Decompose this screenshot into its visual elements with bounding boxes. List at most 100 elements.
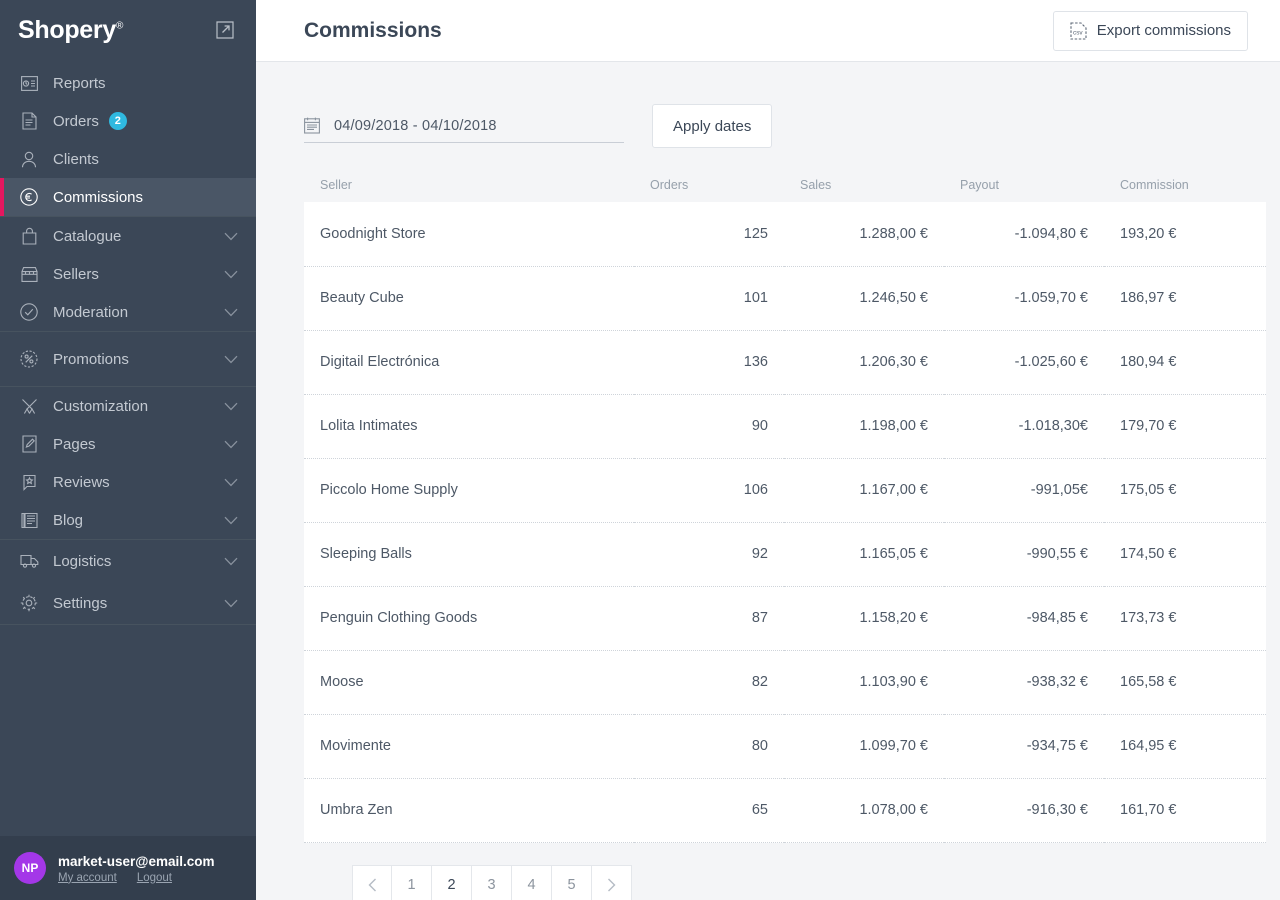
- external-link-icon[interactable]: [216, 21, 234, 39]
- cell-payout: -991,05€: [944, 458, 1104, 522]
- export-button-label: Export commissions: [1097, 22, 1231, 39]
- cell-commission: 165,58 €: [1104, 650, 1266, 714]
- chevron-down-icon[interactable]: [224, 478, 238, 487]
- column-header-seller[interactable]: Seller: [304, 168, 634, 202]
- sidebar-item-label: Moderation: [53, 304, 128, 321]
- cell-commission: 173,73 €: [1104, 586, 1266, 650]
- cell-orders: 136: [634, 330, 784, 394]
- sidebar-item-label: Commissions: [53, 189, 143, 206]
- sidebar-item-logistics[interactable]: Logistics: [0, 540, 256, 582]
- cell-orders: 82: [634, 650, 784, 714]
- my-account-link[interactable]: My account: [58, 872, 117, 884]
- apply-dates-button[interactable]: Apply dates: [652, 104, 772, 148]
- table-row[interactable]: Digitail Electrónica 136 1.206,30 € -1.0…: [304, 330, 1266, 394]
- sidebar-item-commissions[interactable]: Commissions: [0, 178, 256, 216]
- commissions-table: Seller Orders Sales Payout Commission Go…: [304, 168, 1266, 843]
- pagination-prev-button[interactable]: [352, 865, 392, 900]
- chevron-down-icon[interactable]: [224, 557, 238, 566]
- chevron-down-icon[interactable]: [224, 402, 238, 411]
- chevron-down-icon[interactable]: [224, 270, 238, 279]
- sidebar-item-label: Blog: [53, 512, 83, 529]
- chevron-down-icon[interactable]: [224, 440, 238, 449]
- table-row[interactable]: Movimente 80 1.099,70 € -934,75 € 164,95…: [304, 714, 1266, 778]
- sidebar-item-clients[interactable]: Clients: [0, 140, 256, 178]
- table-row[interactable]: Goodnight Store 125 1.288,00 € -1.094,80…: [304, 202, 1266, 266]
- chevron-down-icon[interactable]: [224, 355, 238, 364]
- sidebar-item-sellers[interactable]: Sellers: [0, 255, 256, 293]
- sidebar-item-pages[interactable]: Pages: [0, 425, 256, 463]
- page-edit-icon: [18, 434, 40, 454]
- chevron-down-icon[interactable]: [224, 599, 238, 608]
- chevron-down-icon[interactable]: [224, 516, 238, 525]
- cell-seller: Moose: [304, 650, 634, 714]
- table-row[interactable]: Sleeping Balls 92 1.165,05 € -990,55 € 1…: [304, 522, 1266, 586]
- cell-orders: 90: [634, 394, 784, 458]
- app-root: Shopery® Rep: [0, 0, 1280, 900]
- cell-seller: Movimente: [304, 714, 634, 778]
- user-links: My account Logout: [58, 872, 214, 884]
- cell-orders: 80: [634, 714, 784, 778]
- chevron-down-icon[interactable]: [224, 308, 238, 317]
- commissions-table-container: Seller Orders Sales Payout Commission Go…: [256, 148, 1280, 900]
- cell-seller: Digitail Electrónica: [304, 330, 634, 394]
- cell-sales: 1.158,20 €: [784, 586, 944, 650]
- cell-commission: 175,05 €: [1104, 458, 1266, 522]
- table-row[interactable]: Moose 82 1.103,90 € -938,32 € 165,58 €: [304, 650, 1266, 714]
- user-icon: [18, 149, 40, 169]
- cell-orders: 101: [634, 266, 784, 330]
- sidebar-item-promotions[interactable]: Promotions: [0, 332, 256, 386]
- pagination-next-button[interactable]: [592, 865, 632, 900]
- sidebar-item-label: Promotions: [53, 351, 129, 368]
- app-logo[interactable]: Shopery®: [18, 18, 123, 43]
- table-row[interactable]: Piccolo Home Supply 106 1.167,00 € -991,…: [304, 458, 1266, 522]
- logout-link[interactable]: Logout: [137, 872, 172, 884]
- cell-seller: Sleeping Balls: [304, 522, 634, 586]
- sidebar-item-settings[interactable]: Settings: [0, 582, 256, 624]
- date-range-input[interactable]: 04/09/2018 - 04/10/2018: [304, 109, 624, 143]
- csv-file-icon: csv: [1070, 22, 1087, 40]
- column-header-orders[interactable]: Orders: [634, 168, 784, 202]
- avatar[interactable]: NP: [14, 852, 46, 884]
- chevron-down-icon[interactable]: [224, 232, 238, 241]
- sidebar-item-blog[interactable]: Blog: [0, 501, 256, 539]
- export-commissions-button[interactable]: csv Export commissions: [1053, 11, 1248, 51]
- sidebar-item-label: Reports: [53, 75, 106, 92]
- page-title: Commissions: [304, 19, 442, 43]
- sidebar-item-label: Orders: [53, 113, 99, 130]
- table-row[interactable]: Beauty Cube 101 1.246,50 € -1.059,70 € 1…: [304, 266, 1266, 330]
- pagination-page-4[interactable]: 4: [512, 865, 552, 900]
- sidebar-item-moderation[interactable]: Moderation: [0, 293, 256, 331]
- pagination-page-3[interactable]: 3: [472, 865, 512, 900]
- column-header-payout[interactable]: Payout: [944, 168, 1104, 202]
- sidebar-item-customization[interactable]: Customization: [0, 387, 256, 425]
- cell-orders: 87: [634, 586, 784, 650]
- cell-commission: 164,95 €: [1104, 714, 1266, 778]
- sidebar-item-label: Logistics: [53, 553, 111, 570]
- table-row[interactable]: Umbra Zen 65 1.078,00 € -916,30 € 161,70…: [304, 778, 1266, 842]
- pagination-page-2[interactable]: 2: [432, 865, 472, 900]
- cell-sales: 1.103,90 €: [784, 650, 944, 714]
- table-row[interactable]: Penguin Clothing Goods 87 1.158,20 € -98…: [304, 586, 1266, 650]
- sidebar-item-catalogue[interactable]: Catalogue: [0, 217, 256, 255]
- column-header-commission[interactable]: Commission: [1104, 168, 1266, 202]
- column-header-sales[interactable]: Sales: [784, 168, 944, 202]
- sidebar-item-orders[interactable]: Orders 2: [0, 102, 256, 140]
- pagination-page-1[interactable]: 1: [392, 865, 432, 900]
- top-bar: Commissions csv Export commissions: [256, 0, 1280, 62]
- sidebar-item-reports[interactable]: Reports: [0, 64, 256, 102]
- sidebar-item-reviews[interactable]: Reviews: [0, 463, 256, 501]
- table-header: Seller Orders Sales Payout Commission: [304, 168, 1266, 202]
- calendar-icon: [304, 117, 320, 134]
- report-card-icon: [18, 73, 40, 93]
- cell-sales: 1.198,00 €: [784, 394, 944, 458]
- filter-bar: 04/09/2018 - 04/10/2018 Apply dates: [256, 62, 1280, 148]
- sidebar-item-label: Clients: [53, 151, 99, 168]
- table-row[interactable]: Lolita Intimates 90 1.198,00 € -1.018,30…: [304, 394, 1266, 458]
- sidebar-item-label: Catalogue: [53, 228, 121, 245]
- pagination-page-5[interactable]: 5: [552, 865, 592, 900]
- cell-payout: -938,32 €: [944, 650, 1104, 714]
- sidebar-item-label: Sellers: [53, 266, 99, 283]
- storefront-icon: [18, 264, 40, 284]
- date-range-value: 04/09/2018 - 04/10/2018: [334, 118, 497, 134]
- cell-payout: -1.059,70 €: [944, 266, 1104, 330]
